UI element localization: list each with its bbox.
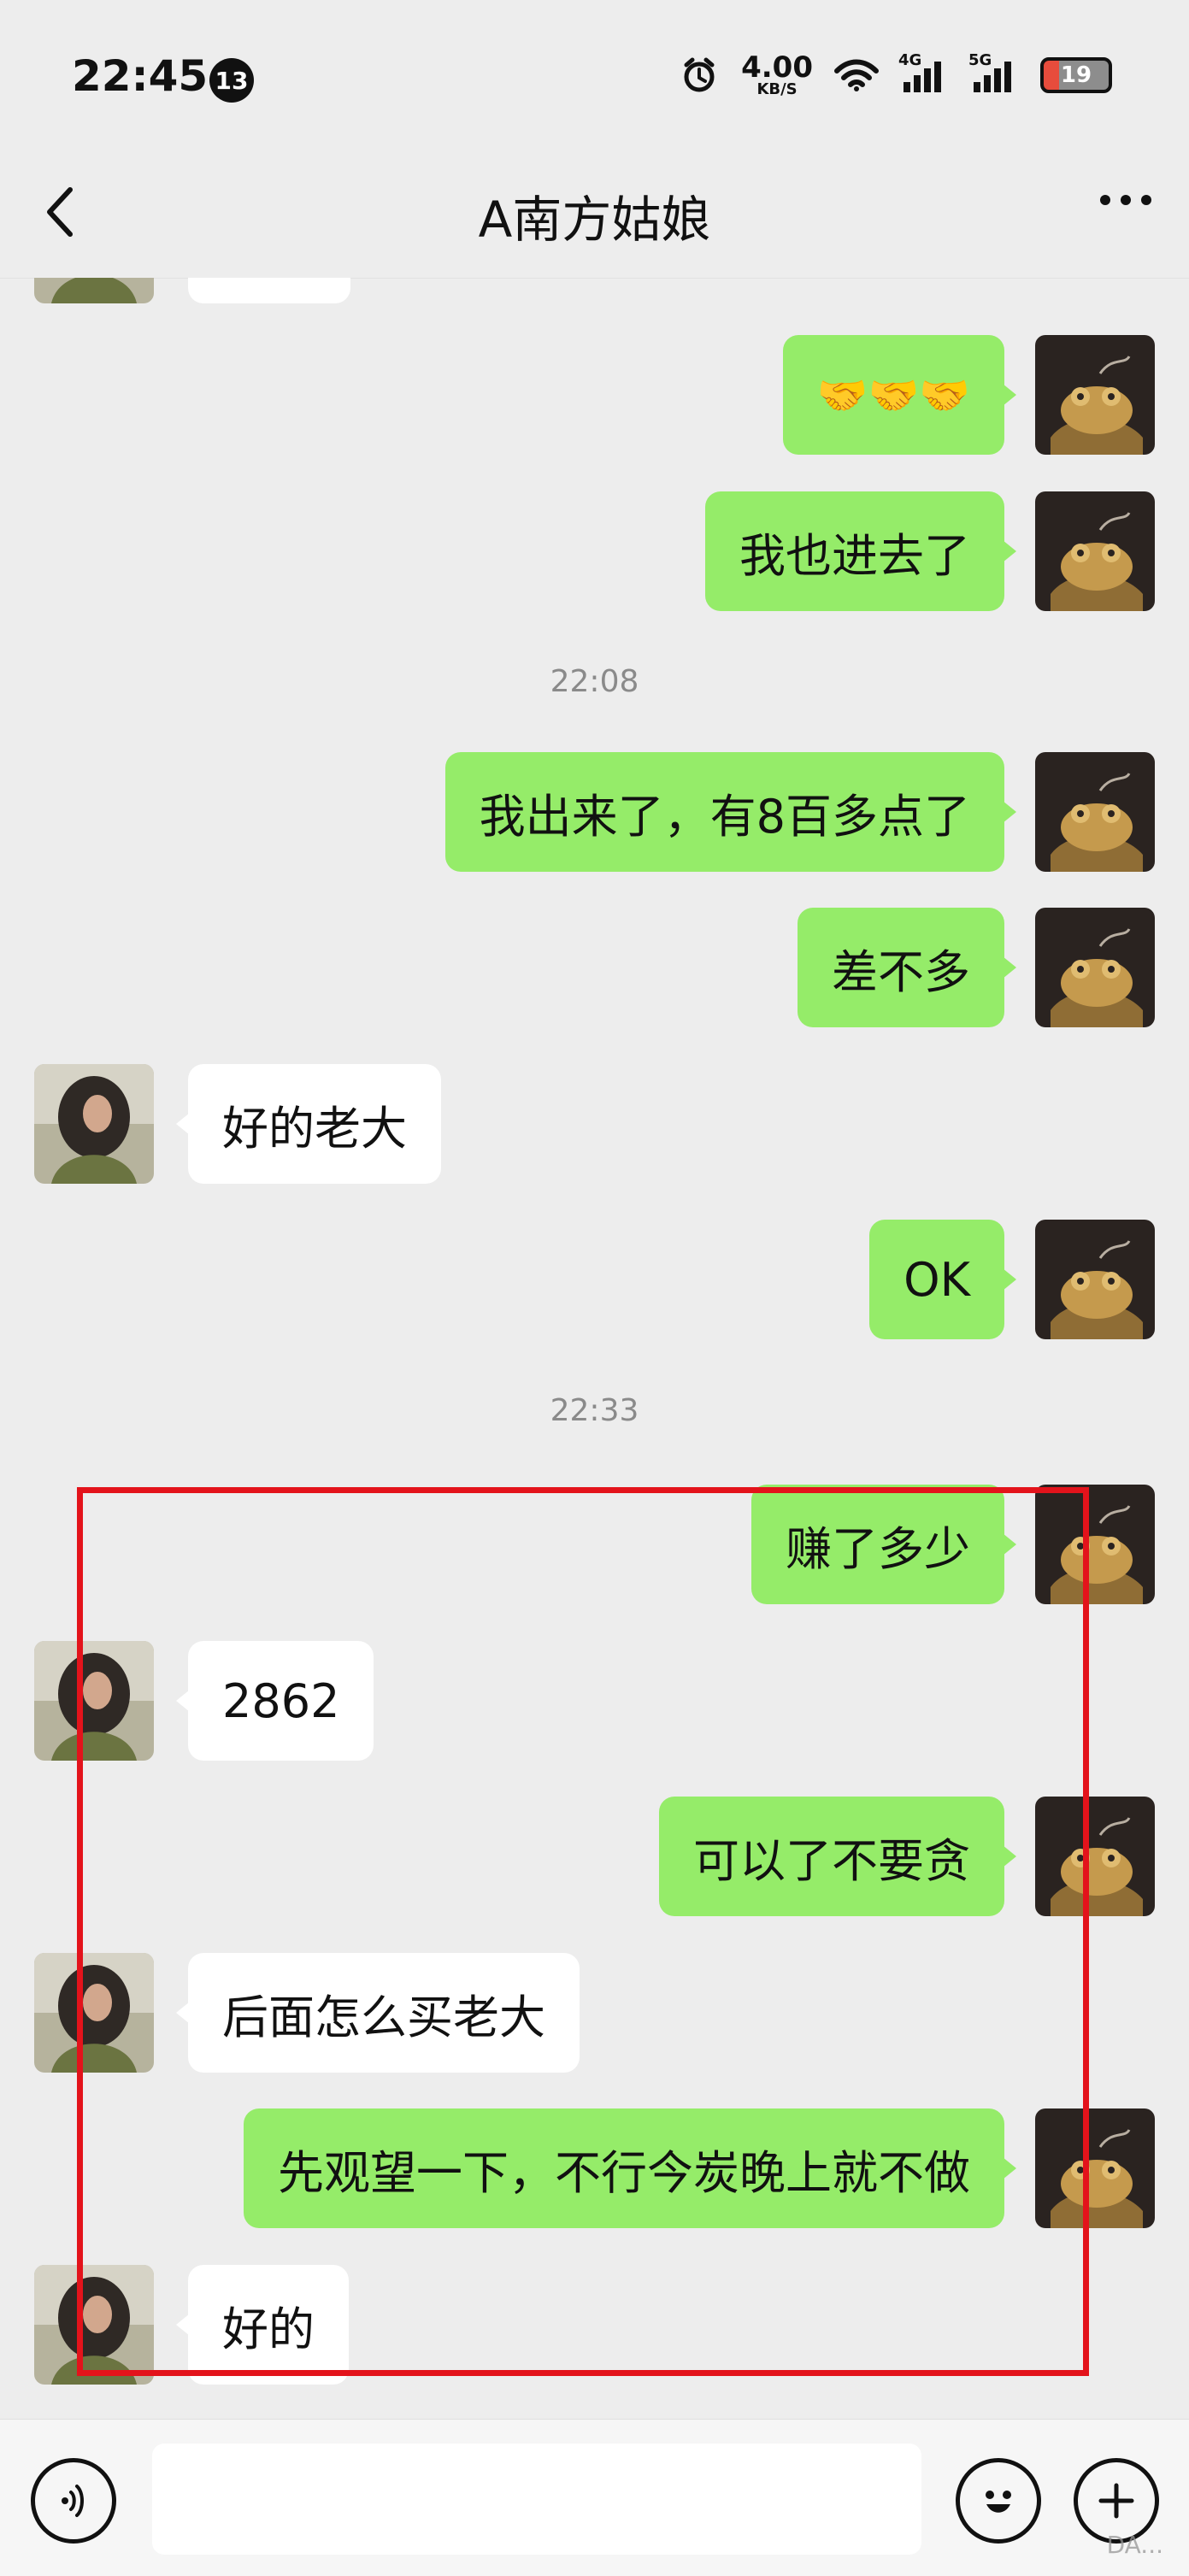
gold-toad-avatar-image	[1035, 2108, 1155, 2228]
dot-icon	[1121, 195, 1131, 205]
cellular-signal-2: 5G	[968, 51, 1020, 94]
contact-avatar[interactable]	[34, 1641, 154, 1761]
contact-avatar-image	[34, 1953, 154, 2073]
contact-avatar[interactable]	[34, 2265, 154, 2385]
incoming-message-bubble[interactable]: 好的老大	[188, 1064, 441, 1184]
network-type-label: 4G	[898, 51, 922, 69]
contact-avatar[interactable]	[34, 1953, 154, 2073]
user-avatar[interactable]	[1035, 335, 1155, 455]
contact-avatar-image	[34, 1064, 154, 1184]
watermark: DA...	[1106, 2531, 1163, 2559]
outgoing-message-bubble[interactable]: 先观望一下，不行今炭晚上就不做	[244, 2108, 1004, 2228]
gold-toad-avatar-image	[1035, 1220, 1155, 1339]
incoming-message-bubble[interactable]: 好的	[188, 2265, 349, 2385]
message-text-input[interactable]	[152, 2444, 921, 2555]
battery-level: 19	[1040, 57, 1112, 93]
notification-badge: 13	[209, 58, 254, 103]
outgoing-message-bubble[interactable]: OK	[869, 1220, 1004, 1339]
outgoing-message-bubble[interactable]: 差不多	[798, 908, 1004, 1027]
message-timestamp: 22:33	[550, 1393, 639, 1428]
emoji-button[interactable]	[956, 2458, 1041, 2544]
gold-toad-avatar-image	[1035, 1797, 1155, 1916]
incoming-message-bubble[interactable]	[188, 278, 350, 303]
chat-header: A南方姑娘	[0, 154, 1189, 279]
message-timestamp: 22:08	[550, 664, 639, 699]
smile-emoji-icon	[986, 2491, 1011, 2513]
chat-message-list[interactable]: 🤝🤝🤝 我也进去了 22:08 我出来了，有8百多点了 差不多 好的老大 OK …	[0, 278, 1189, 2419]
outgoing-message-bubble[interactable]: 我出来了，有8百多点了	[444, 752, 1004, 872]
user-avatar[interactable]	[1035, 1220, 1155, 1339]
outgoing-message-bubble[interactable]: 我也进去了	[705, 491, 1004, 611]
gold-toad-avatar-image	[1035, 1485, 1155, 1604]
message-input-bar: DA...	[0, 2419, 1189, 2576]
contact-avatar-image	[34, 1641, 154, 1761]
status-bar: 22:45 13 4.00 KB/S 4G 5G 19	[0, 0, 1189, 154]
status-time: 22:45	[72, 51, 209, 101]
chat-title: A南方姑娘	[478, 191, 711, 249]
contact-avatar[interactable]	[34, 278, 154, 303]
wifi-icon	[834, 59, 879, 91]
cellular-signal-1: 4G	[898, 51, 950, 94]
gold-toad-avatar-image	[1035, 491, 1155, 611]
plus-icon	[1098, 2483, 1134, 2519]
voice-wave-icon	[62, 2485, 84, 2517]
network-speed-unit: KB/S	[756, 80, 798, 98]
network-speed-value: 4.00	[741, 50, 813, 85]
user-avatar[interactable]	[1035, 908, 1155, 1027]
outgoing-message-bubble[interactable]: 可以了不要贪	[659, 1797, 1004, 1916]
network-speed: 4.00 KB/S	[741, 53, 813, 97]
contact-avatar[interactable]	[34, 1064, 154, 1184]
gold-toad-avatar-image	[1035, 335, 1155, 455]
incoming-message-bubble[interactable]: 后面怎么买老大	[188, 1953, 580, 2073]
battery-indicator: 19	[1040, 57, 1112, 93]
contact-avatar-image	[34, 2265, 154, 2385]
incoming-message-bubble[interactable]: 2862	[188, 1641, 374, 1761]
gold-toad-avatar-image	[1035, 752, 1155, 872]
dot-icon	[1100, 195, 1110, 205]
contact-avatar-image	[34, 278, 154, 303]
user-avatar[interactable]	[1035, 1797, 1155, 1916]
alarm-clock-icon	[684, 57, 715, 92]
gold-toad-avatar-image	[1035, 908, 1155, 1027]
voice-input-button[interactable]	[31, 2458, 116, 2544]
user-avatar[interactable]	[1035, 752, 1155, 872]
status-icons: 4.00 KB/S 4G 5G 19	[678, 51, 1112, 97]
more-options-button[interactable]	[1100, 195, 1151, 205]
network-type-label: 5G	[968, 51, 992, 69]
highlight-frame	[77, 1487, 1089, 2376]
user-avatar[interactable]	[1035, 491, 1155, 611]
user-avatar[interactable]	[1035, 2108, 1155, 2228]
user-avatar[interactable]	[1035, 1485, 1155, 1604]
outgoing-message-bubble[interactable]: 🤝🤝🤝	[782, 335, 1004, 455]
dot-icon	[1141, 195, 1151, 205]
outgoing-message-bubble[interactable]: 赚了多少	[751, 1485, 1004, 1604]
